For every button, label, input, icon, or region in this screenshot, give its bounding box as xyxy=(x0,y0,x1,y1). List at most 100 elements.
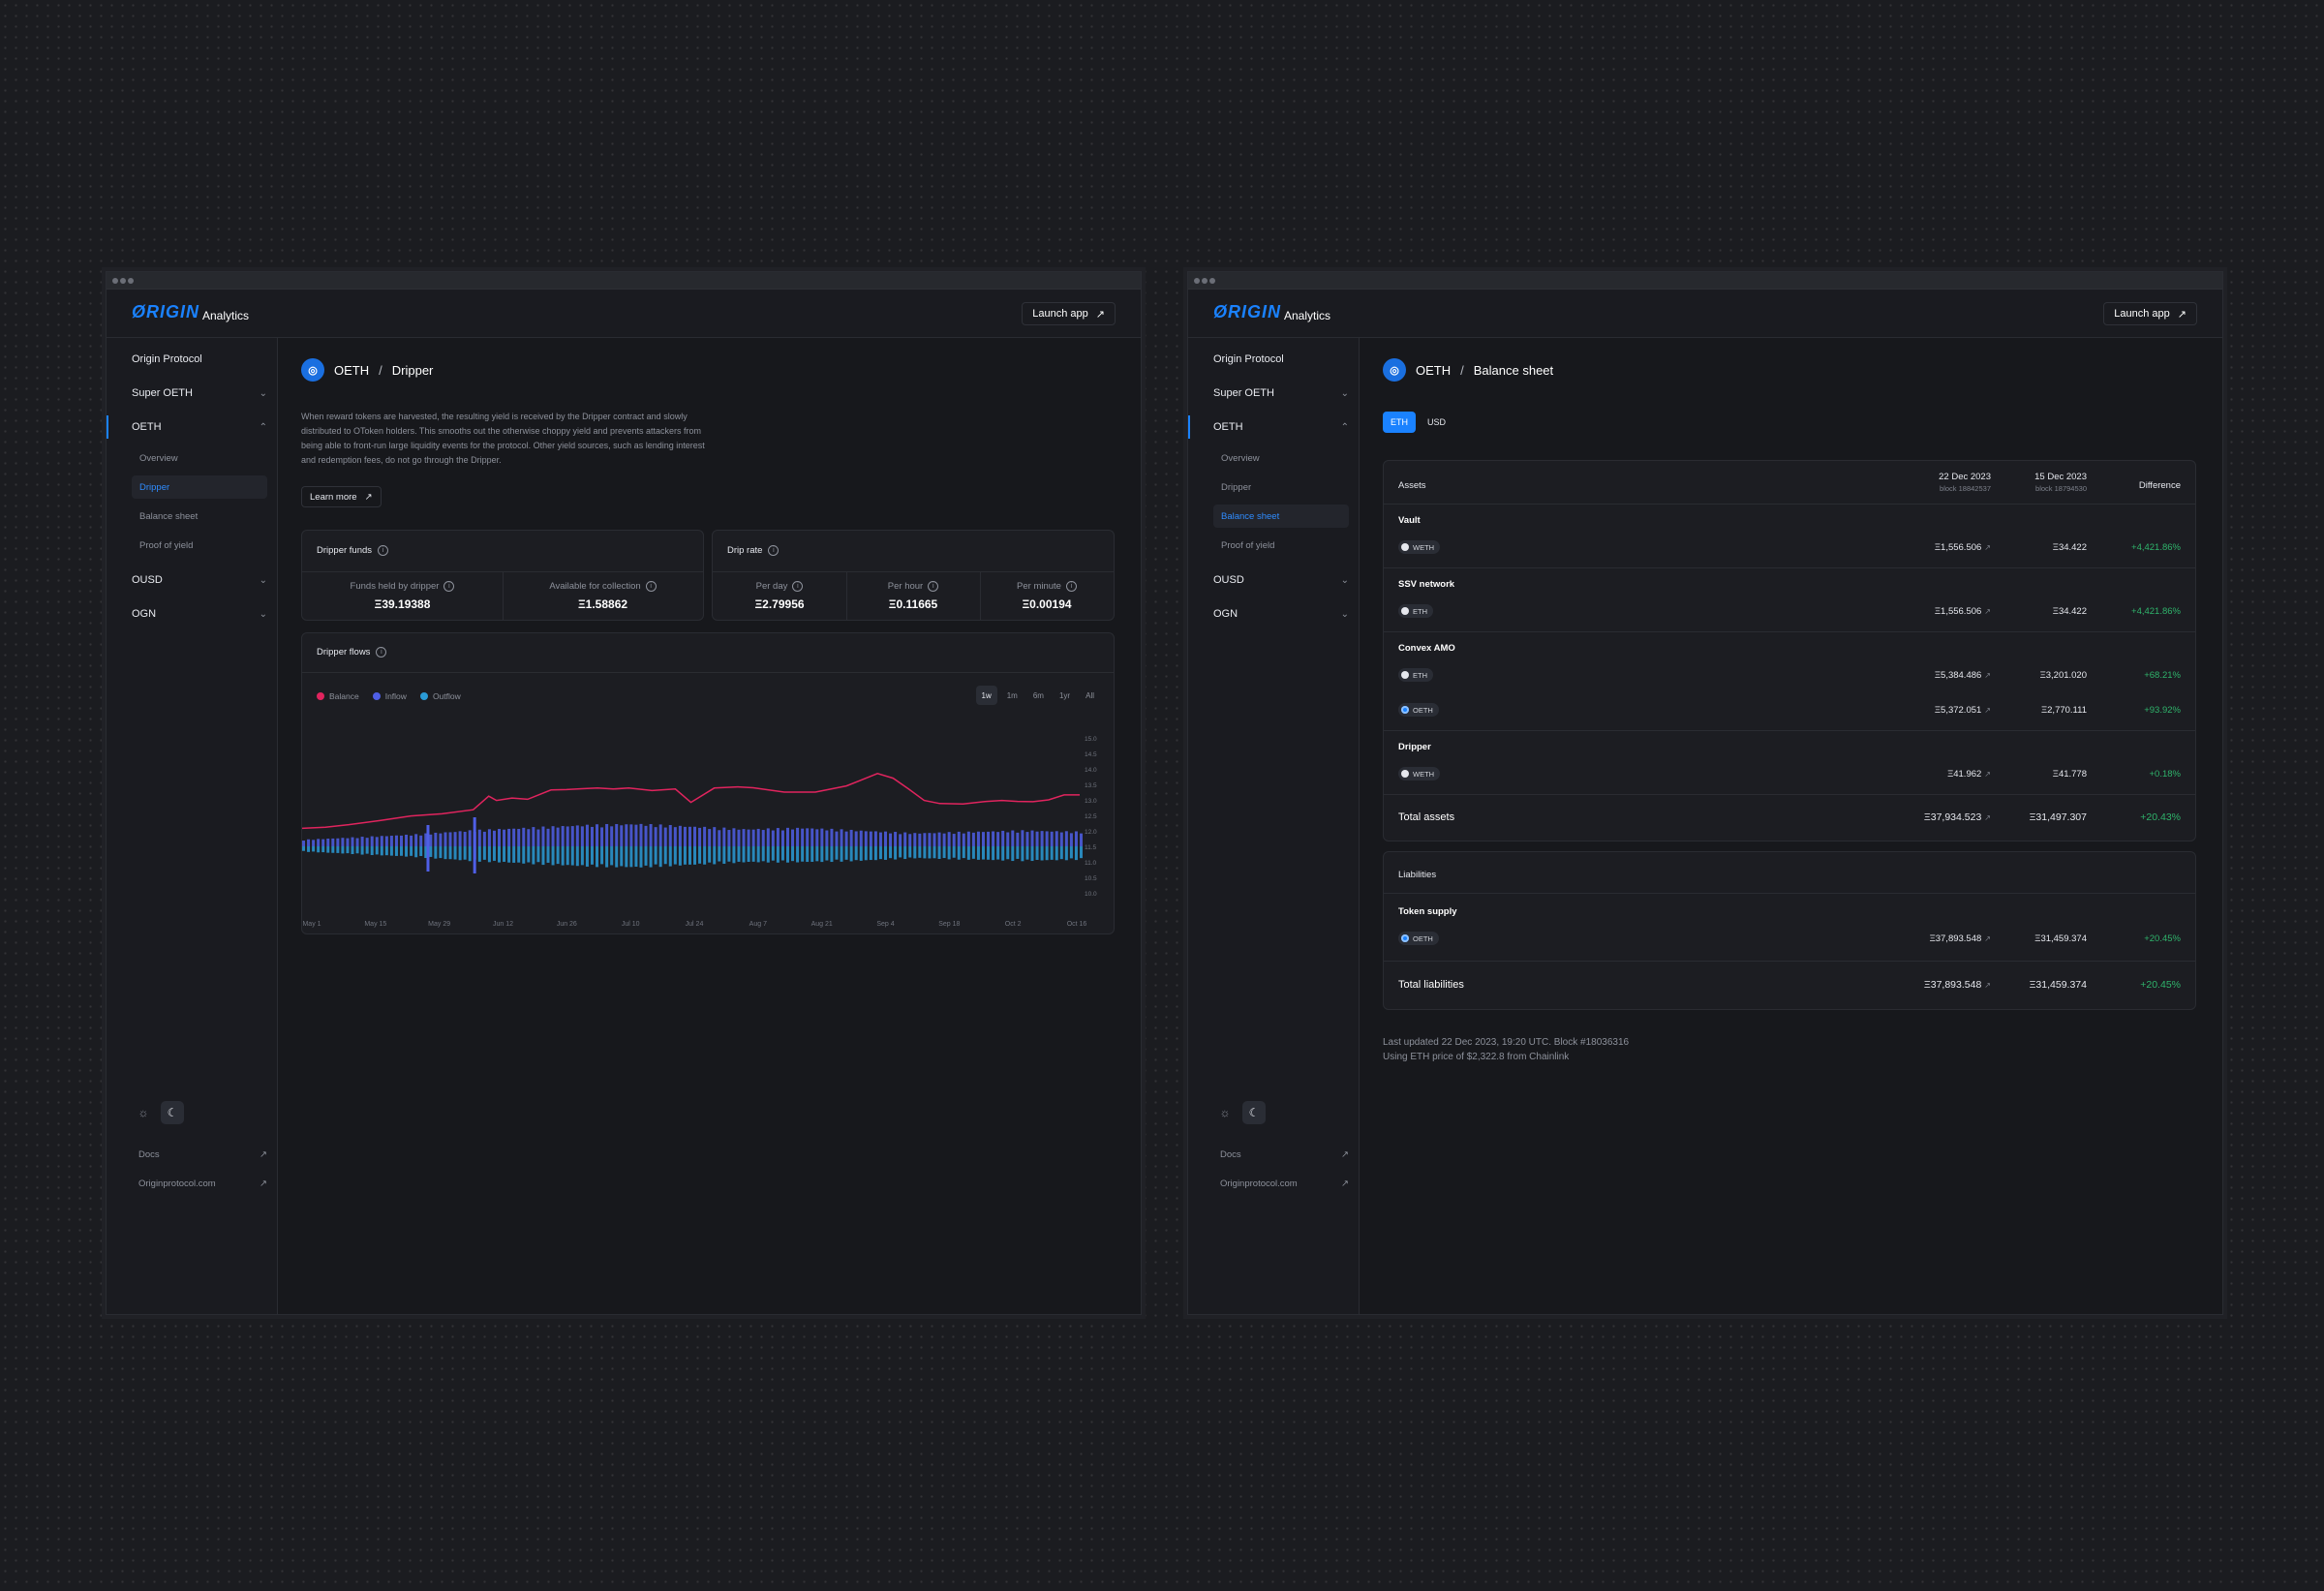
inflow-bar xyxy=(918,833,922,846)
currency-usd-button[interactable]: USD xyxy=(1420,412,1453,433)
inflow-bar xyxy=(434,832,438,846)
inflow-bar xyxy=(400,835,404,846)
sidebar-item-ogn[interactable]: OGN ⌄ xyxy=(132,604,267,624)
info-icon[interactable]: i xyxy=(768,545,780,556)
outflow-bar xyxy=(903,846,907,860)
moon-icon[interactable]: ☾ xyxy=(161,1101,184,1124)
x-tick-label: Sep 4 xyxy=(876,921,894,928)
inflow-bar xyxy=(370,836,374,846)
launch-app-label: Launch app xyxy=(1032,308,1088,320)
range-all-button[interactable]: All xyxy=(1080,686,1100,705)
inflow-bar xyxy=(933,833,936,846)
inflow-bar xyxy=(928,833,932,846)
sidebar-subitem-balance-sheet[interactable]: Balance sheet xyxy=(132,505,267,528)
website-link[interactable]: Originprotocol.com ↗ xyxy=(138,1176,267,1191)
value-current-link[interactable]: Ξ5,372.051 ↗ xyxy=(1935,705,1991,716)
inflow-bar xyxy=(654,827,657,846)
moon-icon[interactable]: ☾ xyxy=(1242,1101,1266,1124)
inflow-bar xyxy=(541,826,545,846)
outflow-bar xyxy=(512,846,516,863)
outflow-bar xyxy=(654,846,657,865)
sidebar-item-label: OETH xyxy=(1213,421,1243,433)
launch-app-button[interactable]: Launch app ↗ xyxy=(1022,302,1116,325)
range-1w-button[interactable]: 1w xyxy=(975,686,997,705)
range-6m-button[interactable]: 6m xyxy=(1027,686,1050,705)
sidebar-subitem-balance-sheet[interactable]: Balance sheet xyxy=(1213,505,1349,528)
x-tick-label: May 29 xyxy=(428,921,450,928)
origin-logo[interactable]: ØRIGIN xyxy=(1213,302,1281,322)
value-current-link[interactable]: Ξ1,556.506 ↗ xyxy=(1935,542,1991,553)
inflow-bar xyxy=(908,834,912,846)
legend-item-balance[interactable]: Balance xyxy=(317,691,359,701)
info-icon[interactable]: i xyxy=(645,581,657,592)
sidebar-item-super-oeth[interactable]: Super OETH ⌄ xyxy=(132,383,267,403)
value-current-link[interactable]: Ξ5,384.486 ↗ xyxy=(1935,670,1991,681)
inflow-bar xyxy=(688,826,691,846)
dripper-flows-chart[interactable]: 15.0 14.5 14.0 13.5 13.0 12.5 12.0 11.5 11.0 10.5… xyxy=(302,711,1114,933)
sidebar-subitem-proof-of-yield[interactable]: Proof of yield xyxy=(132,534,267,557)
legend-item-outflow[interactable]: Outflow xyxy=(419,691,461,701)
sun-icon[interactable]: ☼ xyxy=(1213,1101,1237,1124)
website-label: Originprotocol.com xyxy=(138,1178,216,1189)
asset-chip: WETH xyxy=(1398,540,1441,554)
value-current-link[interactable]: Ξ1,556.506 ↗ xyxy=(1935,606,1991,617)
sidebar-item-ogn[interactable]: OGN ⌄ xyxy=(1213,604,1349,624)
inflow-bar xyxy=(336,838,340,846)
origin-logo[interactable]: ØRIGIN xyxy=(132,302,199,322)
currency-eth-button[interactable]: ETH xyxy=(1383,412,1416,433)
outflow-bar xyxy=(844,846,848,860)
legend-item-inflow[interactable]: Inflow xyxy=(372,691,407,701)
value-current-link[interactable]: Ξ37,893.548 ↗ xyxy=(1930,933,1991,944)
sidebar-subitem-overview[interactable]: Overview xyxy=(1213,446,1349,470)
sidebar-subitem-dripper[interactable]: Dripper xyxy=(1213,475,1349,499)
total-assets-current-link[interactable]: Ξ37,934.523 ↗ xyxy=(1924,811,1991,823)
breadcrumb-token[interactable]: OETH xyxy=(1416,363,1451,378)
weth-icon xyxy=(1401,770,1409,778)
launch-app-button[interactable]: Launch app ↗ xyxy=(2103,302,2197,325)
value-text: Ξ37,893.548 xyxy=(1923,979,1982,991)
sidebar-item-label: OGN xyxy=(132,608,157,620)
sidebar-item-oeth[interactable]: OETH ⌃ xyxy=(1213,417,1349,437)
sidebar-item-origin-protocol[interactable]: Origin Protocol xyxy=(132,350,267,369)
docs-link[interactable]: Docs ↗ xyxy=(1220,1147,1349,1162)
range-1yr-button[interactable]: 1yr xyxy=(1054,686,1076,705)
info-icon[interactable]: i xyxy=(443,581,455,592)
sidebar-item-origin-protocol[interactable]: Origin Protocol xyxy=(1213,350,1349,369)
divider xyxy=(302,672,1114,673)
sidebar-item-super-oeth[interactable]: Super OETH ⌄ xyxy=(1213,383,1349,403)
breadcrumb-token[interactable]: OETH xyxy=(334,363,369,378)
sidebar-item-ousd[interactable]: OUSD ⌄ xyxy=(132,570,267,590)
info-icon[interactable]: i xyxy=(792,581,804,592)
outflow-bar xyxy=(615,846,619,868)
value-text: Ξ41.962 xyxy=(1947,769,1982,780)
legend-swatch xyxy=(317,692,324,700)
inflow-bar xyxy=(389,836,393,846)
y-tick-label: 12.0 xyxy=(1085,829,1097,836)
sidebar-item-oeth[interactable]: OETH ⌃ xyxy=(132,417,267,437)
total-liabilities-current-link[interactable]: Ξ37,893.548 ↗ xyxy=(1924,979,1991,991)
outflow-bar xyxy=(596,846,599,868)
learn-more-button[interactable]: Learn more ↗ xyxy=(301,486,382,507)
sidebar-subitem-overview[interactable]: Overview xyxy=(132,446,267,470)
inflow-bar xyxy=(468,830,472,846)
outflow-bar xyxy=(703,846,707,865)
sidebar-subitem-proof-of-yield[interactable]: Proof of yield xyxy=(1213,534,1349,557)
sidebar-item-ousd[interactable]: OUSD ⌄ xyxy=(1213,570,1349,590)
info-icon[interactable]: i xyxy=(928,581,939,592)
inflow-bar xyxy=(683,826,687,846)
range-1m-button[interactable]: 1m xyxy=(1001,686,1024,705)
outflow-bar xyxy=(400,846,404,856)
outflow-bar xyxy=(468,846,472,862)
y-tick-label: 11.0 xyxy=(1085,860,1097,867)
value-current-link[interactable]: Ξ41.962 ↗ xyxy=(1947,769,1991,780)
info-icon[interactable]: i xyxy=(1065,581,1077,592)
website-link[interactable]: Originprotocol.com ↗ xyxy=(1220,1176,1349,1191)
sidebar-subitem-dripper[interactable]: Dripper xyxy=(132,475,267,499)
info-icon[interactable]: i xyxy=(376,647,387,658)
docs-link[interactable]: Docs ↗ xyxy=(138,1147,267,1162)
x-tick-label: May 15 xyxy=(364,921,386,928)
sun-icon[interactable]: ☼ xyxy=(132,1101,155,1124)
info-icon[interactable]: i xyxy=(378,545,389,556)
outflow-bar xyxy=(761,846,765,862)
outflow-bar xyxy=(405,846,409,857)
